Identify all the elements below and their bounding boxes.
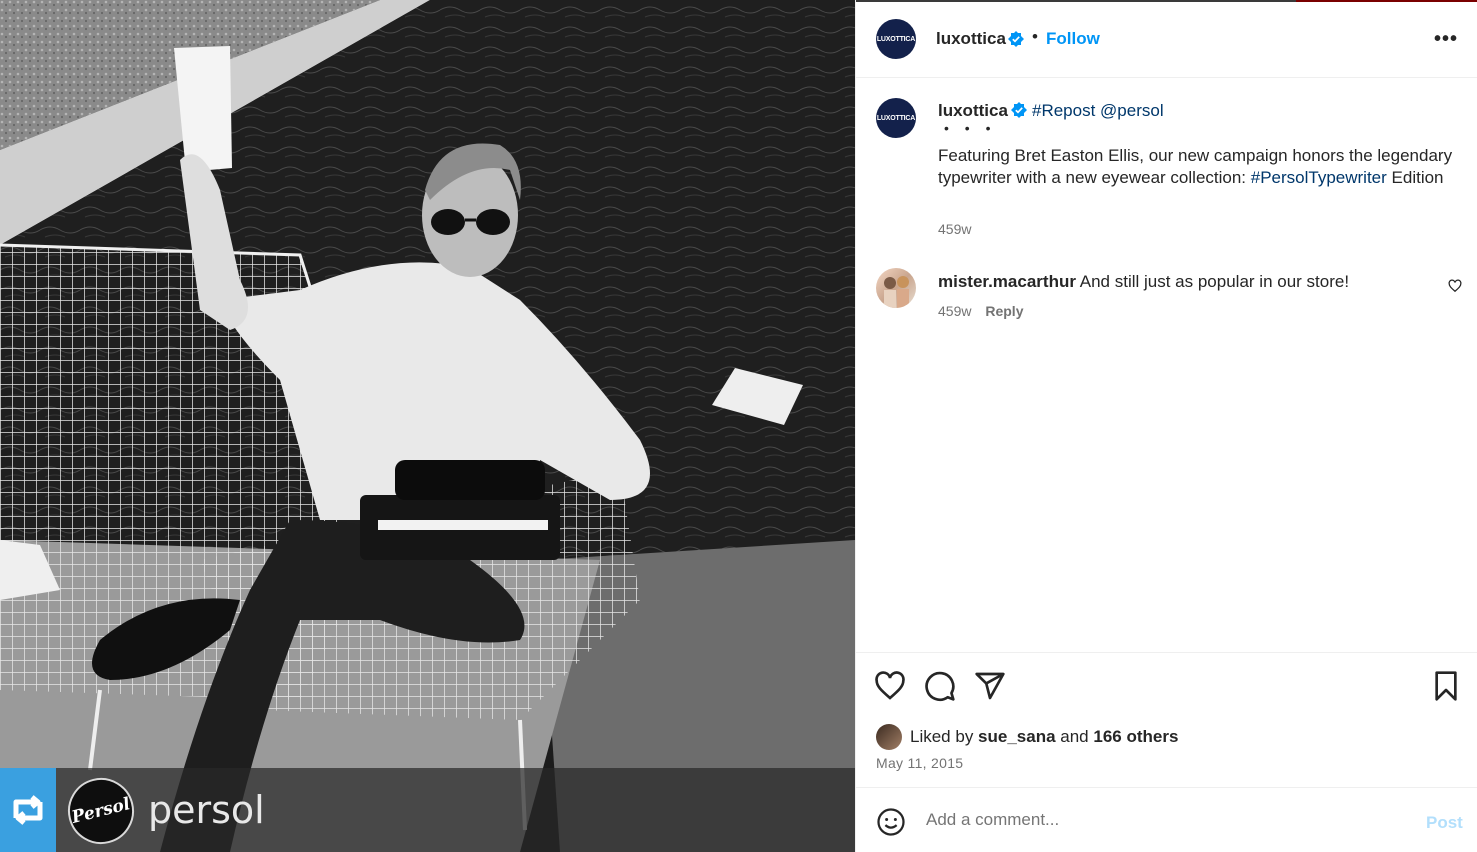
post-actions: Liked by sue_sana and 166 others May 11,…: [856, 652, 1477, 788]
caption-username[interactable]: luxottica: [938, 101, 1008, 121]
caption-timestamp[interactable]: 459w: [938, 221, 971, 237]
post-photo[interactable]: Persol persol: [0, 0, 855, 852]
emoji-smiley-icon[interactable]: [876, 807, 906, 837]
caption-text: Featuring Bret Easton Ellis, our new cam…: [938, 145, 1458, 189]
caption-text-after: Edition: [1386, 168, 1444, 187]
comment-like-heart-icon[interactable]: [1448, 279, 1462, 293]
comment-username[interactable]: mister.macarthur: [938, 272, 1076, 291]
like-heart-icon[interactable]: [874, 670, 906, 702]
comment-meta: 459w Reply: [938, 303, 1023, 319]
reply-button[interactable]: Reply: [985, 303, 1023, 319]
comment-bubble-icon[interactable]: [924, 670, 956, 702]
follow-button[interactable]: Follow: [1046, 29, 1100, 49]
liker-username[interactable]: sue_sana: [978, 727, 1056, 746]
liker-avatar[interactable]: [876, 724, 902, 750]
caption-hashtag-link[interactable]: #PersolTypewriter: [1251, 168, 1387, 187]
likes-summary: Liked by sue_sana and 166 others: [910, 727, 1178, 747]
post-comment-button[interactable]: Post: [1426, 813, 1463, 833]
avatar[interactable]: LUXOTTICA: [876, 19, 916, 59]
caption-avatar[interactable]: LUXOTTICA: [876, 98, 916, 138]
verified-badge-icon: [1011, 102, 1027, 118]
comment-text: mister.macarthur And still just as popul…: [938, 271, 1418, 293]
share-send-icon[interactable]: [974, 670, 1006, 702]
likes-prefix: Liked by: [910, 727, 979, 746]
caption-tags[interactable]: #Repost @persol: [1032, 101, 1164, 121]
more-options-icon[interactable]: •••: [1434, 28, 1458, 51]
likes-middle: and: [1055, 727, 1094, 746]
add-comment-bar: Post: [856, 788, 1477, 852]
add-comment-input[interactable]: [926, 810, 1406, 830]
likes-others-link[interactable]: 166 others: [1093, 727, 1178, 746]
verified-badge-icon: [1008, 31, 1024, 47]
separator-dot: •: [1032, 27, 1038, 46]
header-username[interactable]: luxottica: [936, 29, 1006, 49]
repost-icon: [0, 768, 56, 852]
comment-body: And still just as popular in our store!: [1079, 272, 1350, 291]
comment-timestamp[interactable]: 459w: [938, 303, 971, 319]
post-header: LUXOTTICA luxottica • Follow •••: [856, 0, 1477, 78]
post-date[interactable]: May 11, 2015: [876, 755, 963, 771]
commenter-avatar[interactable]: [876, 268, 916, 308]
save-bookmark-icon[interactable]: [1430, 670, 1462, 702]
caption-dots: • • •: [944, 120, 997, 136]
post-details-panel: LUXOTTICA luxottica • Follow ••• LUXOTTI…: [855, 0, 1477, 852]
photo-scene: [0, 0, 855, 852]
watermark-username: persol: [148, 788, 265, 832]
